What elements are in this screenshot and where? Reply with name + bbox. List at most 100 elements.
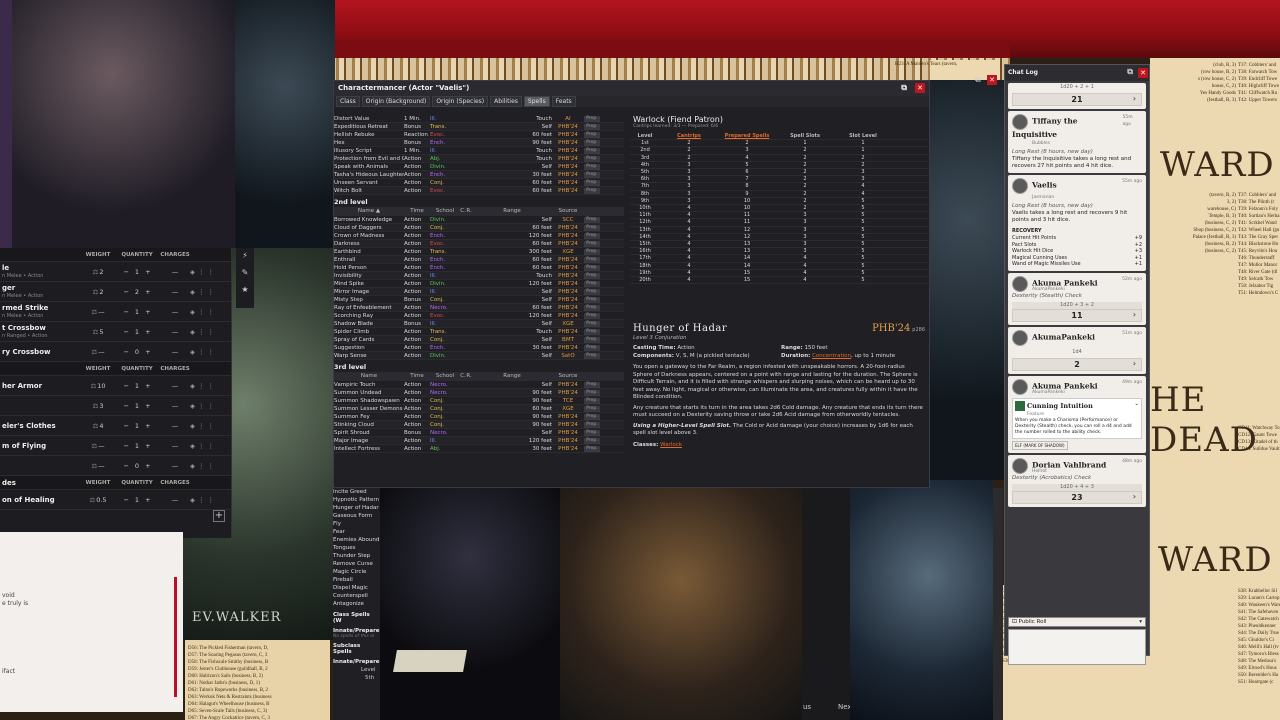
menu-icon[interactable]: ⋮⋮ bbox=[198, 442, 217, 450]
prepare-toggle[interactable]: Prep. bbox=[584, 321, 600, 327]
prepare-toggle[interactable]: Prep. bbox=[584, 257, 600, 263]
prepare-toggle[interactable]: Prep. bbox=[584, 406, 600, 412]
spell-row[interactable]: Mind Spike Action Divin. 120 feet PHB'24 Prep… bbox=[334, 280, 624, 288]
menu-icon[interactable]: ⋮⋮ bbox=[198, 328, 217, 336]
prepare-toggle[interactable]: Prep. bbox=[584, 337, 600, 343]
feather-icon[interactable]: ✎ bbox=[236, 268, 254, 277]
spell-row[interactable]: Unseen Servant Action Conj. 60 feet PHB'24 Pr… bbox=[334, 179, 624, 187]
spell-row[interactable]: Enthrall Action Ench. 60 feet PHB'24 Prep. bbox=[334, 256, 624, 264]
decrease-button[interactable]: − bbox=[123, 442, 128, 450]
menu-icon[interactable]: ⋮⋮ bbox=[198, 382, 217, 390]
increase-button[interactable]: + bbox=[145, 442, 150, 450]
inventory-item[interactable]: ger n Melee • Action ⚖2−2 + — ◈⋮⋮ bbox=[0, 282, 231, 302]
spell-row[interactable]: Spray of Cards Action Conj. Self BMT Prep. bbox=[334, 336, 624, 344]
prepare-toggle[interactable]: Prep. bbox=[584, 281, 600, 287]
shield-icon[interactable]: ◈ bbox=[190, 496, 198, 504]
shield-icon[interactable]: ◈ bbox=[190, 288, 198, 296]
inventory-item[interactable]: t Crossbow n Ranged • Action ⚖5−1 + — ◈⋮⋮ bbox=[0, 322, 231, 342]
spell-name[interactable]: Enemies Abound bbox=[333, 536, 380, 544]
spell-row[interactable]: Invisibility Action Ill. Touch PHB'24 Prep. bbox=[334, 272, 624, 280]
column-header[interactable]: Source bbox=[552, 207, 584, 216]
decrease-button[interactable]: − bbox=[123, 462, 128, 470]
prepare-toggle[interactable]: Prep. bbox=[584, 188, 600, 194]
spell-row[interactable]: Summon Fey Action Conj. 90 feet PHB'24 Prep. bbox=[334, 413, 624, 421]
spell-name[interactable]: Tongues bbox=[333, 544, 380, 552]
spell-row[interactable]: Intellect Fortress Action Abj. 30 feet PHB'2… bbox=[334, 445, 624, 453]
spell-name[interactable]: Antagonize bbox=[333, 600, 380, 608]
spell-row[interactable]: Hold Person Action Ench. 60 feet PHB'24 Prep. bbox=[334, 264, 624, 272]
menu-icon[interactable]: ⋮⋮ bbox=[198, 348, 217, 356]
shield-icon[interactable]: ◈ bbox=[190, 348, 198, 356]
prepare-toggle[interactable]: Prep. bbox=[584, 273, 600, 279]
shield-icon[interactable]: ◈ bbox=[190, 422, 198, 430]
roll-total[interactable]: 21 › bbox=[1012, 93, 1142, 106]
spell-row[interactable]: Illusory Script 1 Min. Ill. Touch PHB'24 Prep… bbox=[334, 147, 624, 155]
spell-row[interactable]: Vampiric Touch Action Necro. Self PHB'24 Prep… bbox=[334, 381, 624, 389]
spell-row[interactable]: Cloud of Daggers Action Conj. 60 feet PHB'24… bbox=[334, 224, 624, 232]
increase-button[interactable]: + bbox=[145, 382, 150, 390]
spell-name[interactable]: Fly bbox=[333, 520, 380, 528]
shield-icon[interactable]: ◈ bbox=[190, 268, 198, 276]
spell-row[interactable]: Speak with Animals Action Divin. Self PHB'24… bbox=[334, 163, 624, 171]
increase-button[interactable]: + bbox=[145, 348, 150, 356]
shield-icon[interactable]: ◈ bbox=[190, 328, 198, 336]
prepare-toggle[interactable]: Prep. bbox=[584, 164, 600, 170]
spell-row[interactable]: Stinking Cloud Action Conj. 90 feet PHB'24 Pr… bbox=[334, 421, 624, 429]
prepare-toggle[interactable]: Prep. bbox=[584, 172, 600, 178]
spell-row[interactable]: Scorching Ray Action Evoc. 120 feet PHB'24 Pr… bbox=[334, 312, 624, 320]
prepare-toggle[interactable]: Prep. bbox=[584, 305, 600, 311]
spell-row[interactable]: Darkness Action Evoc. 60 feet PHB'24 Prep. bbox=[334, 240, 624, 248]
column-header[interactable]: Range bbox=[472, 372, 552, 381]
spell-row[interactable]: Hex Bonus Ench. 90 feet PHB'24 Prep. bbox=[334, 139, 624, 147]
column-header[interactable]: Name ▲ bbox=[334, 207, 404, 216]
add-item-button[interactable]: + bbox=[213, 510, 225, 522]
spell-row[interactable]: Misty Step Bonus Conj. Self PHB'24 Prep. bbox=[334, 296, 624, 304]
shield-icon[interactable]: ◈ bbox=[190, 308, 198, 316]
prepare-toggle[interactable]: Prep. bbox=[584, 217, 600, 223]
prepare-toggle[interactable]: Prep. bbox=[584, 241, 600, 247]
column-header[interactable]: Source bbox=[552, 372, 584, 381]
menu-icon[interactable]: ⋮⋮ bbox=[198, 496, 217, 504]
decrease-button[interactable]: − bbox=[123, 496, 128, 504]
inventory-item[interactable]: rmed Strike n Melee • Action ⚖— −1 + — ◈⋮⋮ bbox=[0, 302, 231, 322]
prepare-toggle[interactable]: Prep. bbox=[584, 414, 600, 420]
prepare-toggle[interactable]: Prep. bbox=[584, 390, 600, 396]
menu-icon[interactable]: ⋮⋮ bbox=[198, 308, 217, 316]
column-header[interactable]: School bbox=[430, 372, 460, 381]
menu-icon[interactable]: ⋮⋮ bbox=[198, 268, 217, 276]
column-header[interactable]: Name bbox=[334, 372, 404, 381]
tab-class[interactable]: Class bbox=[336, 96, 360, 107]
inventory-item[interactable]: ⚖— −0 + — ◈⋮⋮ bbox=[0, 456, 231, 476]
increase-button[interactable]: + bbox=[145, 268, 150, 276]
shield-icon[interactable]: ◈ bbox=[190, 382, 198, 390]
decrease-button[interactable]: − bbox=[123, 422, 128, 430]
popout-icon[interactable]: ⧉ bbox=[975, 75, 981, 85]
spell-name[interactable]: Dispel Magic bbox=[333, 584, 380, 592]
close-icon[interactable]: ✕ bbox=[1138, 68, 1148, 78]
column-header[interactable]: Time bbox=[404, 207, 430, 216]
increase-button[interactable]: + bbox=[145, 422, 150, 430]
prepare-toggle[interactable]: Prep. bbox=[584, 422, 600, 428]
tab-origin-species-[interactable]: Origin (Species) bbox=[432, 96, 489, 107]
prepare-toggle[interactable]: Prep. bbox=[584, 382, 600, 388]
prepare-toggle[interactable]: Prep. bbox=[584, 289, 600, 295]
spell-name[interactable]: Incite Greed bbox=[333, 488, 380, 496]
spell-name[interactable]: Fireball bbox=[333, 576, 380, 584]
spell-row[interactable]: Distort Value 1 Min. Ill. Touch AI Prep. bbox=[334, 115, 624, 123]
roll-mode-select[interactable]: ⚀ Public Roll ▾ bbox=[1008, 617, 1146, 627]
spell-row[interactable]: Hellish Rebuke Reaction Evoc. 60 feet PHB'24… bbox=[334, 131, 624, 139]
roll-total[interactable]: 2 › bbox=[1012, 357, 1142, 371]
spell-row[interactable]: Borrowed Knowledge Action Divin. Self SCC Pre… bbox=[334, 216, 624, 224]
prepare-toggle[interactable]: Prep. bbox=[584, 438, 600, 444]
prepare-toggle[interactable]: Prep. bbox=[584, 148, 600, 154]
chevron-down-icon[interactable]: ⌄ bbox=[1134, 401, 1139, 411]
spell-row[interactable]: Crown of Madness Action Ench. 120 feet PHB'2… bbox=[334, 232, 624, 240]
decrease-button[interactable]: − bbox=[123, 288, 128, 296]
inventory-item[interactable]: ry Crossbow ⚖— −0 + — ◈⋮⋮ bbox=[0, 342, 231, 362]
prepare-toggle[interactable]: Prep. bbox=[584, 116, 600, 122]
spell-name[interactable]: Counterspell bbox=[333, 592, 380, 600]
spell-row[interactable]: Summon Undead Action Necro. 90 feet PHB'24 Pr… bbox=[334, 389, 624, 397]
spell-row[interactable]: Expeditious Retreat Bonus Trans. Self PHB'24… bbox=[334, 123, 624, 131]
spell-row[interactable]: Witch Bolt Action Evoc. 60 feet PHB'24 Prep. bbox=[334, 187, 624, 195]
prepare-toggle[interactable]: Prep. bbox=[584, 313, 600, 319]
